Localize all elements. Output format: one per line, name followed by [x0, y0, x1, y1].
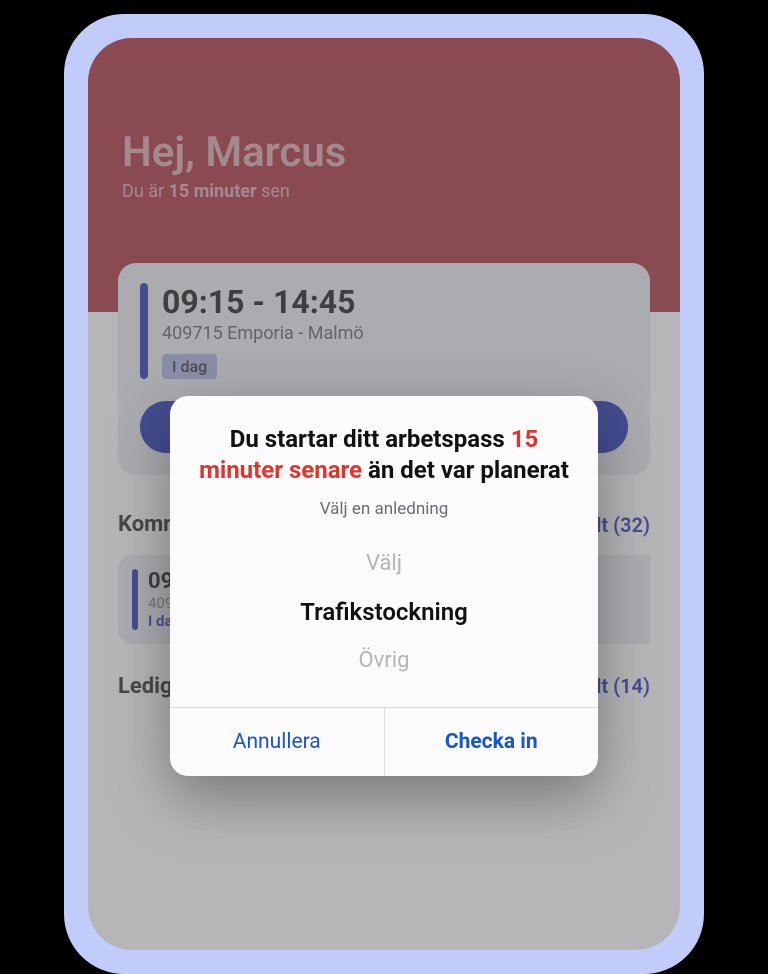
confirm-button[interactable]: Checka in	[385, 708, 599, 776]
modal-actions: Annullera Checka in	[170, 707, 598, 776]
modal-subtitle: Välj en anledning	[192, 499, 576, 519]
modal-title: Du startar ditt arbetspass 15 minuter se…	[192, 424, 576, 485]
late-reason-modal: Du startar ditt arbetspass 15 minuter se…	[170, 396, 598, 776]
picker-option-selected[interactable]: Trafikstockning	[192, 586, 576, 638]
title-part3: än det var planerat	[362, 456, 569, 484]
modal-body: Du startar ditt arbetspass 15 minuter se…	[170, 396, 598, 707]
picker-option-above[interactable]: Välj	[192, 541, 576, 586]
reason-picker[interactable]: Välj Trafikstockning Övrig	[192, 533, 576, 697]
cancel-button[interactable]: Annullera	[170, 708, 384, 776]
picker-option-below[interactable]: Övrig	[192, 638, 576, 683]
title-part1: Du startar ditt arbetspass	[230, 425, 511, 453]
